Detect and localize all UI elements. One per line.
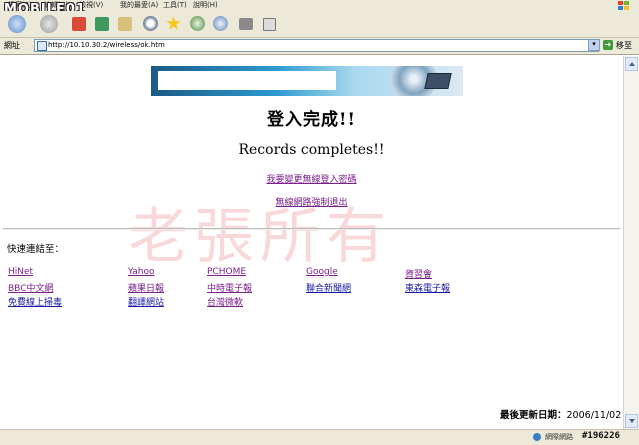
mail-icon[interactable] bbox=[213, 16, 228, 31]
link-bbc-chinese[interactable]: BBC中文網 bbox=[8, 281, 53, 294]
image-stamp: #196226 bbox=[582, 431, 620, 441]
change-password-link[interactable]: 我要變更無線登入密碼 bbox=[266, 175, 356, 185]
menu-favorites[interactable]: 我的最愛(A) bbox=[120, 0, 158, 11]
refresh-icon[interactable] bbox=[95, 17, 109, 31]
link-apple-daily[interactable]: 蘋果日報 bbox=[128, 281, 164, 294]
link-pchome[interactable]: PCHOME bbox=[207, 267, 246, 277]
status-bar: 網際網路 bbox=[0, 429, 639, 445]
link-ettoday[interactable]: 東森電子報 bbox=[405, 281, 450, 294]
address-url: http://10.10.30.2/wireless/ok.htm bbox=[48, 41, 165, 49]
link-google[interactable]: Google bbox=[306, 267, 338, 277]
forward-icon[interactable] bbox=[40, 15, 58, 33]
menu-tools[interactable]: 工具(T) bbox=[163, 0, 187, 11]
search-icon[interactable] bbox=[143, 16, 158, 31]
address-input[interactable]: http://10.10.30.2/wireless/ok.htm bbox=[34, 39, 599, 52]
print-icon[interactable] bbox=[239, 18, 253, 30]
laptop-icon bbox=[424, 73, 452, 89]
last-updated: 最後更新日期：2006/11/02 bbox=[500, 407, 621, 421]
menu-bar: 檔案(F) 編輯(E) 檢視(V) 我的最愛(A) 工具(T) 說明(H) bbox=[0, 0, 639, 11]
menu-help[interactable]: 說明(H) bbox=[193, 0, 218, 11]
link-hinet[interactable]: HiNet bbox=[8, 267, 33, 277]
page-icon bbox=[37, 41, 47, 51]
last-updated-date: 2006/11/02 bbox=[566, 410, 622, 421]
link-iii[interactable]: 資習會 bbox=[405, 267, 432, 280]
favorites-icon[interactable] bbox=[166, 16, 181, 30]
scroll-up-button[interactable] bbox=[625, 57, 638, 71]
link-yahoo[interactable]: Yahoo bbox=[128, 267, 155, 277]
scroll-down-button[interactable] bbox=[625, 414, 638, 428]
vertical-scrollbar[interactable] bbox=[623, 56, 639, 429]
address-dropdown-button[interactable]: ▾ bbox=[588, 39, 600, 51]
link-china-times[interactable]: 中時電子報 bbox=[207, 281, 252, 294]
stop-icon[interactable] bbox=[72, 17, 86, 31]
link-microsoft-taiwan[interactable]: 台灣微軟 bbox=[207, 295, 243, 308]
history-icon[interactable] bbox=[190, 16, 205, 31]
records-complete-title: Records completes!! bbox=[238, 142, 385, 158]
address-label: 網址 bbox=[4, 41, 20, 50]
home-icon[interactable] bbox=[118, 17, 132, 31]
internet-zone-label: 網際網路 bbox=[545, 433, 573, 441]
divider bbox=[3, 228, 620, 230]
windows-logo-icon bbox=[610, 0, 632, 11]
link-udn[interactable]: 聯合新聞網 bbox=[306, 281, 351, 294]
go-button[interactable]: 移至 bbox=[616, 40, 632, 51]
back-icon[interactable] bbox=[8, 15, 26, 33]
edit-icon[interactable] bbox=[263, 18, 276, 31]
force-logout-link[interactable]: 無線網路強制退出 bbox=[275, 198, 347, 208]
address-bar: 網址 http://10.10.30.2/wireless/ok.htm ▾ ➔… bbox=[0, 38, 639, 55]
quick-links-label: 快速連結至： bbox=[7, 244, 65, 255]
link-translation[interactable]: 翻譯網站 bbox=[128, 295, 164, 308]
last-updated-label: 最後更新日期： bbox=[500, 410, 567, 421]
toolbar bbox=[0, 11, 639, 38]
internet-zone-icon bbox=[533, 433, 541, 441]
go-arrow-icon[interactable]: ➔ bbox=[603, 40, 613, 50]
login-complete-title: 登入完成!! bbox=[267, 110, 356, 130]
banner-white-panel bbox=[158, 71, 336, 90]
link-free-online-scan[interactable]: 免費線上掃毒 bbox=[8, 295, 62, 308]
header-banner bbox=[151, 66, 463, 96]
page-content: 登入完成!! Records completes!! 老張所有 我要變更無線登入… bbox=[0, 56, 623, 429]
